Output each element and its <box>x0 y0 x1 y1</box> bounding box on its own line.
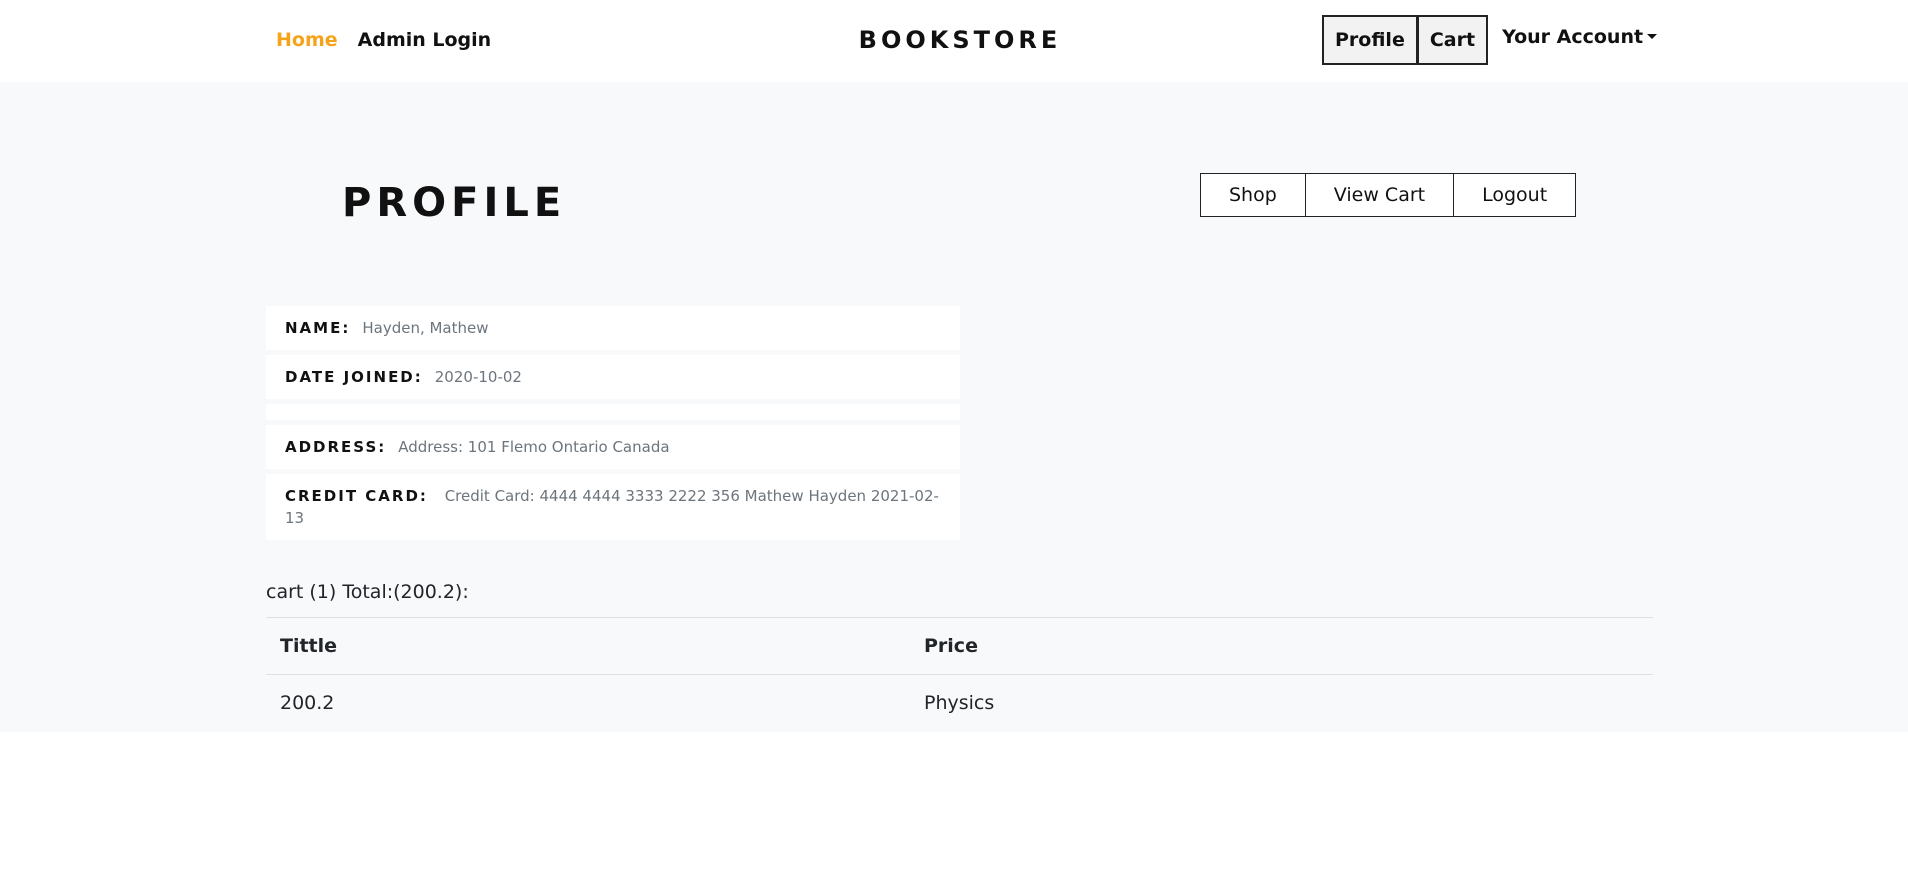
view-cart-button[interactable]: View Cart <box>1304 173 1455 217</box>
date-joined-value: 2020-10-02 <box>434 368 522 386</box>
logout-button[interactable]: Logout <box>1453 173 1577 217</box>
table-cell-price: Physics <box>910 674 1653 732</box>
address-label: ADDRESS: <box>285 438 387 456</box>
main-content: PROFILE Shop View Cart Logout NAME: Hayde… <box>0 82 1908 732</box>
profile-button[interactable]: Profile <box>1322 15 1418 65</box>
profile-actions: Shop View Cart Logout <box>1200 173 1577 217</box>
date-joined-label: DATE JOINED: <box>285 368 423 386</box>
credit-card-label: CREDIT CARD: <box>285 487 428 505</box>
nav-links: Home Admin Login <box>276 29 491 51</box>
info-item-empty <box>266 404 960 420</box>
name-label: NAME: <box>285 319 351 337</box>
your-account-label: Your Account <box>1502 26 1644 48</box>
caret-down-icon <box>1647 33 1658 39</box>
info-item-credit-card: CREDIT CARD: Credit Card: 4444 4444 3333… <box>266 474 960 540</box>
nav-admin-login-link[interactable]: Admin Login <box>358 29 492 51</box>
profile-info-list: NAME: Hayden, Mathew DATE JOINED: 2020-10-… <box>266 306 960 545</box>
page-title: PROFILE <box>342 180 567 226</box>
table-row: 200.2 Physics <box>266 674 1653 732</box>
info-item-name: NAME: Hayden, Mathew <box>266 306 960 350</box>
brand-logo-text[interactable]: BOOKSTORE <box>859 26 1062 54</box>
column-header-price: Price <box>910 617 1653 675</box>
address-value: Address: 101 Flemo Ontario Canada <box>398 438 670 456</box>
info-item-address: ADDRESS: Address: 101 Flemo Ontario Canad… <box>266 425 960 469</box>
nav-right-group: Profile Cart Your Account <box>1322 15 1658 65</box>
cart-button[interactable]: Cart <box>1416 15 1489 65</box>
table-header-row: Tittle Price <box>266 617 1653 675</box>
shop-button[interactable]: Shop <box>1200 173 1306 217</box>
table-cell-title: 200.2 <box>266 674 910 732</box>
top-navbar: Home Admin Login BOOKSTORE Profile Cart … <box>0 0 1908 82</box>
cart-table: Tittle Price 200.2 Physics <box>266 617 1653 732</box>
name-value: Hayden, Mathew <box>362 319 489 337</box>
info-item-date-joined: DATE JOINED: 2020-10-02 <box>266 355 960 399</box>
column-header-title: Tittle <box>266 617 910 675</box>
cart-summary: cart (1) Total:(200.2): <box>266 581 469 603</box>
nav-home-link[interactable]: Home <box>276 29 338 51</box>
your-account-dropdown[interactable]: Your Account <box>1502 26 1658 48</box>
